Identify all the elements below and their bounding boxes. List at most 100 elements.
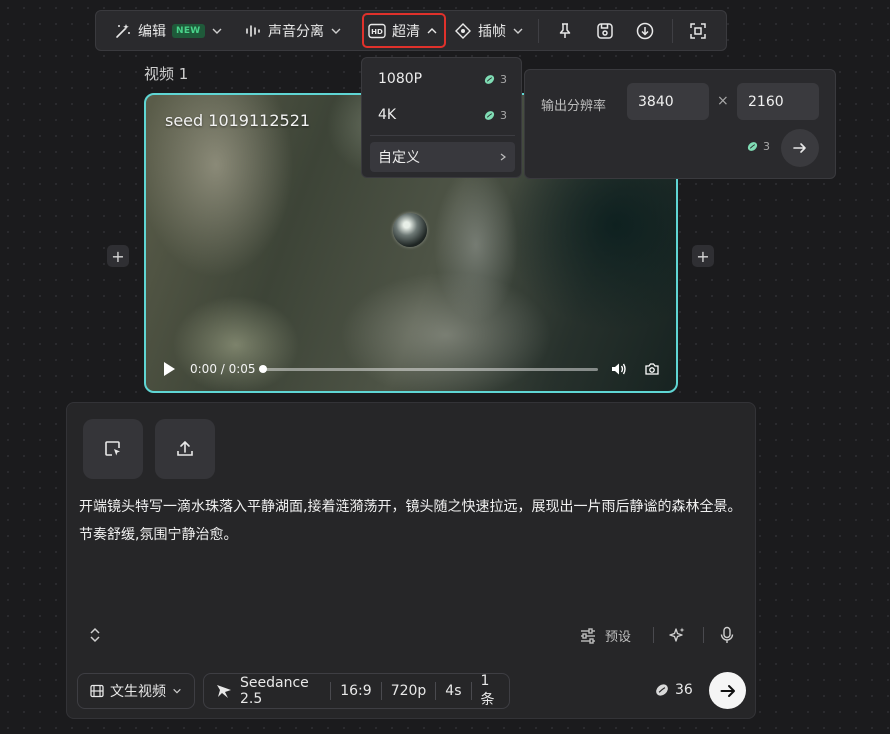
- upload-icon: [175, 439, 195, 459]
- audio-wave-icon: [244, 22, 262, 40]
- duration-value: 4s: [435, 682, 470, 700]
- ai-enhance-button[interactable]: [665, 623, 689, 647]
- hd-label: 超清: [392, 23, 420, 40]
- camera-icon: [644, 361, 660, 377]
- snapshot-button[interactable]: [644, 361, 660, 377]
- add-before-button[interactable]: +: [107, 245, 129, 267]
- bean-icon: [484, 110, 495, 120]
- menu-item-cost: 3: [484, 109, 507, 122]
- menu-divider: [370, 135, 515, 136]
- prompt-text[interactable]: 开端镜头特写一滴水珠落入平静湖面,接着涟漪荡开，镜头随之快速拉远，展现出一片雨后…: [79, 493, 747, 549]
- video-time: 0:00 / 0:05: [190, 362, 256, 376]
- resolution-value: 720p: [380, 682, 436, 700]
- menu-item-1080p[interactable]: 1080P 3: [370, 64, 515, 94]
- chevron-down-icon: [211, 25, 223, 37]
- video-controls: 0:00 / 0:05: [146, 349, 676, 391]
- width-input[interactable]: [627, 83, 709, 120]
- resolution-label: 输出分辨率: [541, 99, 607, 114]
- preset-button[interactable]: 预设: [579, 626, 631, 645]
- play-icon: [162, 361, 176, 377]
- model-name: Seedance 2.5: [240, 675, 309, 707]
- svg-text:HD: HD: [371, 28, 383, 36]
- resolution-cost-value: 3: [763, 140, 770, 153]
- frame-icon: [454, 22, 472, 40]
- seek-thumb[interactable]: [259, 365, 267, 373]
- total-cost: 36: [655, 682, 693, 698]
- save-icon: [596, 22, 614, 40]
- cursor-select-icon: [103, 439, 123, 459]
- pin-icon: [556, 22, 574, 40]
- total-cost-value: 36: [675, 682, 693, 698]
- play-button[interactable]: [162, 361, 176, 377]
- seedance-logo-icon: [216, 683, 232, 699]
- aspect-ratio: 16:9: [330, 682, 380, 700]
- pin-button[interactable]: [552, 18, 578, 44]
- sparkle-icon: [668, 626, 686, 644]
- fullscreen-button[interactable]: [685, 18, 711, 44]
- volume-icon: [610, 360, 628, 378]
- bean-icon: [656, 684, 668, 696]
- menu-item-cost-value: 3: [500, 72, 507, 86]
- chevron-down-icon: [512, 25, 524, 37]
- edit-button[interactable]: 编辑 NEW: [114, 11, 223, 50]
- custom-resolution-panel: 输出分辨率 × 3: [524, 69, 836, 179]
- count-value: 1条: [470, 673, 510, 708]
- expand-icon: [87, 625, 103, 645]
- menu-item-cost: 3: [484, 73, 507, 86]
- plus-icon: +: [111, 246, 125, 266]
- add-after-button[interactable]: +: [692, 245, 714, 267]
- arrow-right-icon: [792, 140, 808, 156]
- audio-split-button[interactable]: 声音分离: [244, 11, 342, 50]
- magic-wand-icon: [114, 22, 132, 40]
- height-input[interactable]: [737, 83, 819, 120]
- audio-split-label: 声音分离: [268, 23, 324, 40]
- times-separator: ×: [717, 93, 729, 109]
- preset-label: 预设: [605, 630, 632, 645]
- microphone-icon: [719, 626, 735, 644]
- resolution-cost: 3: [747, 140, 770, 153]
- toolbar-divider: [538, 19, 539, 43]
- hd-icon: HD: [368, 23, 386, 39]
- film-icon: [90, 684, 104, 698]
- fullscreen-icon: [689, 22, 707, 40]
- hd-button[interactable]: HD 超清: [368, 11, 438, 50]
- sliders-icon: [579, 627, 605, 644]
- chevron-right-icon: [499, 152, 507, 162]
- interpolate-button[interactable]: 插帧: [454, 11, 524, 50]
- menu-item-custom[interactable]: 自定义: [370, 142, 515, 172]
- menu-item-label: 1080P: [378, 71, 423, 87]
- new-badge: NEW: [172, 23, 205, 38]
- interpolate-label: 插帧: [478, 23, 506, 40]
- bean-icon: [747, 142, 758, 151]
- generate-button[interactable]: [709, 672, 746, 709]
- volume-button[interactable]: [610, 360, 628, 378]
- menu-item-label: 自定义: [378, 150, 420, 166]
- save-button[interactable]: [592, 18, 618, 44]
- toolbar-divider: [672, 19, 673, 43]
- bean-icon: [484, 74, 495, 84]
- apply-resolution-button[interactable]: [781, 129, 819, 167]
- menu-item-label: 4K: [378, 107, 397, 123]
- chevron-down-icon: [330, 25, 342, 37]
- seek-bar[interactable]: [262, 368, 598, 371]
- arrow-right-icon: [719, 682, 737, 700]
- download-button[interactable]: [632, 18, 658, 44]
- hd-dropdown-menu: 1080P 3 4K 3 自定义: [361, 57, 522, 178]
- mode-label: 文生视频: [110, 684, 166, 700]
- mode-selector[interactable]: 文生视频: [77, 673, 195, 709]
- upload-button[interactable]: [155, 419, 215, 479]
- voice-input-button[interactable]: [715, 623, 739, 647]
- divider: [703, 627, 704, 643]
- select-frame-button[interactable]: [83, 419, 143, 479]
- menu-item-cost-value: 3: [500, 108, 507, 122]
- expand-button[interactable]: [87, 625, 103, 645]
- video-title: 视频 1: [144, 65, 189, 83]
- seed-label: seed 1019112521: [165, 111, 311, 130]
- menu-item-4k[interactable]: 4K 3: [370, 100, 515, 130]
- model-settings-selector[interactable]: Seedance 2.5 16:9 720p 4s 1条: [203, 673, 510, 709]
- divider: [653, 627, 654, 643]
- water-droplet-image: [393, 213, 427, 247]
- edit-label: 编辑: [138, 23, 166, 40]
- download-icon: [636, 22, 654, 40]
- top-toolbar: 编辑 NEW 声音分离 HD 超清 插帧: [95, 10, 727, 51]
